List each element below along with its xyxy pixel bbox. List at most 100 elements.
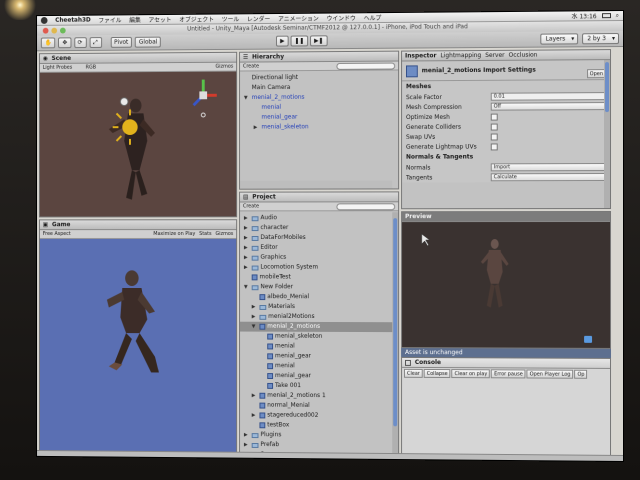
project-item[interactable]: albedo_Menial: [240, 292, 398, 302]
project-item[interactable]: ▶ menial2Motions: [240, 312, 398, 322]
project-item[interactable]: ▶ Materials: [240, 302, 398, 312]
project-create-button[interactable]: Create: [243, 203, 259, 209]
inspector-checkbox[interactable]: [491, 143, 498, 150]
pause-button[interactable]: ❚❚: [291, 35, 309, 46]
play-button[interactable]: ▶: [276, 36, 289, 47]
step-button[interactable]: ▶❚: [310, 35, 327, 46]
expand-arrow-icon[interactable]: ▶: [244, 243, 250, 253]
expand-arrow-icon[interactable]: ▶: [244, 430, 250, 440]
project-scroll-thumb[interactable]: [393, 218, 397, 426]
inspector-checkbox[interactable]: [491, 133, 498, 140]
game-viewport[interactable]: [40, 239, 236, 453]
project-search-field[interactable]: [336, 203, 395, 210]
inspector-checkbox[interactable]: [491, 123, 498, 130]
project-item[interactable]: menial_skeleton: [240, 332, 398, 343]
menu-help[interactable]: ヘルプ: [364, 13, 382, 22]
tab-lightmapping[interactable]: Lightmapping: [440, 52, 481, 59]
tab-project[interactable]: ▤ Project: [240, 192, 398, 202]
project-item[interactable]: ▶ character: [240, 223, 398, 233]
project-scrollbar[interactable]: [392, 212, 398, 454]
rotate-tool-icon[interactable]: ⟳: [74, 37, 86, 48]
hierarchy-item[interactable]: ▶ menial_skeleton: [240, 122, 398, 133]
menu-assets[interactable]: アセット: [148, 15, 171, 24]
move-tool-icon[interactable]: ✥: [59, 37, 71, 48]
expand-arrow-icon[interactable]: ▶: [244, 253, 250, 263]
scene-gizmos-dropdown[interactable]: Gizmos: [215, 64, 233, 70]
project-item[interactable]: ▶ Editor: [240, 243, 398, 253]
project-item[interactable]: mobileTest: [240, 272, 398, 282]
apple-icon[interactable]: [41, 17, 48, 24]
expand-arrow-icon[interactable]: ▼: [252, 322, 258, 332]
inspector-scrollbar[interactable]: [604, 60, 610, 208]
menu-object[interactable]: オブジェクト: [179, 15, 214, 24]
light-probes-toggle[interactable]: Light Probes: [43, 65, 72, 71]
console-collapse-button[interactable]: Collapse: [424, 369, 451, 378]
aspect-dropdown[interactable]: Free Aspect: [43, 231, 71, 237]
expand-arrow-icon[interactable]: ▶: [244, 223, 250, 233]
layout-dropdown[interactable]: 2 by 3: [582, 33, 619, 44]
expand-arrow-icon[interactable]: ▶: [252, 410, 258, 420]
tab-inspector[interactable]: Inspector: [405, 52, 436, 59]
tab-game[interactable]: ▣ Game: [40, 220, 236, 230]
project-item[interactable]: ▼ menial_2_motions: [240, 322, 398, 332]
project-item[interactable]: ▶ Graphics: [240, 253, 398, 263]
expand-arrow-icon[interactable]: ▶: [254, 123, 260, 133]
expand-arrow-icon[interactable]: ▶: [244, 233, 250, 243]
open-player-log-button[interactable]: Open Player Log: [527, 369, 574, 378]
hierarchy-search-field[interactable]: [336, 62, 395, 69]
stats-toggle[interactable]: Stats: [199, 231, 211, 237]
maximize-on-play-toggle[interactable]: Maximize on Play: [153, 231, 195, 237]
minimize-window-icon[interactable]: [51, 28, 57, 34]
hierarchy-create-button[interactable]: Create: [243, 63, 259, 69]
menu-file[interactable]: ファイル: [98, 15, 121, 24]
open-editor-log-button[interactable]: Op: [574, 370, 587, 379]
inspector-dropdown[interactable]: Import: [491, 163, 606, 171]
menu-animation[interactable]: アニメーション: [278, 14, 319, 23]
layers-dropdown[interactable]: Layers: [541, 33, 579, 44]
menu-window[interactable]: ウインドウ: [327, 13, 356, 22]
project-item[interactable]: ▶ DataForMobiles: [240, 233, 398, 243]
render-mode-dropdown[interactable]: RGB: [86, 65, 96, 71]
camera-gizmo[interactable]: [120, 98, 128, 106]
project-item[interactable]: ▶ Audio: [240, 213, 398, 223]
console-clear-on-play-button[interactable]: Clear on play: [452, 369, 491, 378]
inspector-checkbox[interactable]: [491, 113, 498, 120]
zoom-window-icon[interactable]: [60, 28, 66, 34]
expand-arrow-icon[interactable]: ▶: [244, 263, 250, 273]
preview-play-icon[interactable]: [584, 336, 592, 343]
global-toggle[interactable]: Global: [135, 37, 161, 48]
hand-tool-icon[interactable]: ✋: [41, 37, 56, 48]
expand-arrow-icon[interactable]: ▶: [252, 302, 258, 312]
expand-arrow-icon[interactable]: ▼: [244, 282, 250, 292]
expand-arrow-icon[interactable]: ▶: [252, 391, 258, 401]
expand-arrow-icon[interactable]: ▶: [244, 213, 250, 223]
expand-arrow-icon[interactable]: ▶: [244, 440, 250, 450]
pivot-toggle[interactable]: Pivot: [110, 37, 132, 48]
menu-render[interactable]: レンダー: [247, 14, 270, 23]
spotlight-icon[interactable]: ⌕: [616, 12, 619, 20]
inspector-dropdown[interactable]: Calculate: [491, 173, 606, 181]
expand-arrow-icon[interactable]: ▶: [252, 312, 258, 322]
console-error-pause-button[interactable]: Error pause: [491, 369, 526, 378]
hierarchy-scrollbar[interactable]: [240, 181, 392, 189]
tab-occlusion[interactable]: Occlusion: [509, 52, 538, 59]
inspector-field[interactable]: 0.01: [491, 92, 606, 101]
scene-orientation-gizmo[interactable]: [194, 80, 217, 118]
menu-tools[interactable]: ツール: [222, 14, 239, 23]
game-gizmos-toggle[interactable]: Gizmos: [215, 231, 233, 237]
console-clear-button[interactable]: Clear: [404, 369, 423, 378]
project-item[interactable]: ▶ Locomotion System: [240, 263, 398, 273]
expand-arrow-icon[interactable]: ▼: [244, 93, 250, 103]
scale-tool-icon[interactable]: ⤢: [89, 37, 101, 48]
close-window-icon[interactable]: [43, 28, 49, 34]
tab-preview[interactable]: Preview: [402, 212, 610, 222]
preview-viewport[interactable]: [402, 222, 611, 348]
inspector-dropdown[interactable]: Off: [491, 102, 606, 111]
tab-server[interactable]: Server: [485, 52, 504, 59]
menu-edit[interactable]: 編集: [129, 15, 141, 24]
scene-character[interactable]: [109, 99, 155, 200]
inspector-scroll-thumb[interactable]: [605, 62, 609, 112]
project-item[interactable]: ▼ New Folder: [240, 282, 398, 292]
scene-viewport[interactable]: [40, 72, 236, 217]
app-menu[interactable]: Cheetah3D: [55, 17, 91, 24]
